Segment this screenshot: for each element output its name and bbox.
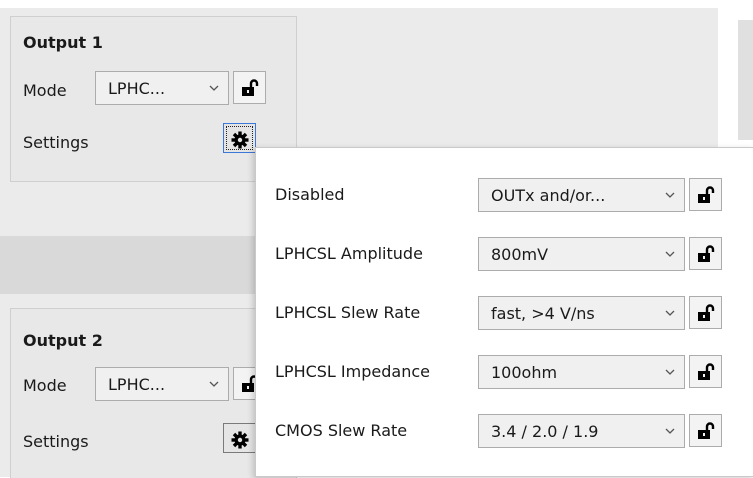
settings-row-label: Disabled — [275, 185, 345, 204]
output-2-mode-dropdown[interactable]: LPHC... — [95, 367, 229, 401]
settings-row-label: LPHCSL Amplitude — [275, 244, 423, 263]
settings-row-lphcsl-slew-rate: LPHCSL Slew Rate fast, >4 V/ns — [256, 288, 753, 338]
output-2-settings-label: Settings — [23, 432, 89, 451]
cmos-slew-rate-dropdown[interactable]: 3.4 / 2.0 / 1.9 — [478, 414, 685, 448]
chevron-down-icon — [665, 428, 675, 434]
unlocked-padlock-icon — [698, 186, 715, 203]
output-2-mode-label: Mode — [23, 376, 67, 395]
unlocked-padlock-icon — [698, 304, 715, 321]
disabled-dropdown[interactable]: OUTx and/or... — [478, 178, 685, 212]
unlocked-padlock-icon — [698, 245, 715, 262]
output-1-settings-button[interactable] — [223, 123, 256, 153]
settings-row-lphcsl-impedance: LPHCSL Impedance 100ohm — [256, 347, 753, 397]
lphcsl-slew-rate-dropdown[interactable]: fast, >4 V/ns — [478, 296, 685, 330]
gear-icon — [231, 131, 249, 149]
lphcsl-slew-rate-lock-button[interactable] — [689, 296, 722, 329]
chevron-down-icon — [665, 369, 675, 375]
settings-row-label: LPHCSL Slew Rate — [275, 303, 421, 322]
output-1-mode-lock-button[interactable] — [233, 71, 266, 104]
output-1-mode-dropdown[interactable]: LPHC... — [95, 71, 229, 105]
settings-row-disabled: Disabled OUTx and/or... — [256, 170, 753, 220]
chevron-down-icon — [209, 381, 219, 387]
output-2-mode-value: LPHC... — [108, 375, 166, 394]
chevron-down-icon — [665, 310, 675, 316]
output-2-settings-button[interactable] — [223, 423, 256, 453]
lphcsl-impedance-dropdown[interactable]: 100ohm — [478, 355, 685, 389]
output-2-title: Output 2 — [23, 331, 103, 350]
dropdown-value: 100ohm — [491, 363, 558, 382]
unlocked-padlock-icon — [698, 422, 715, 439]
output-1-group: Output 1 Mode LPHC... Settings — [10, 16, 297, 182]
gear-icon — [231, 431, 249, 449]
output-1-title: Output 1 — [23, 33, 103, 52]
chevron-down-icon — [665, 251, 675, 257]
disabled-lock-button[interactable] — [689, 178, 722, 211]
lphcsl-amplitude-dropdown[interactable]: 800mV — [478, 237, 685, 271]
chevron-down-icon — [665, 192, 675, 198]
dropdown-value: fast, >4 V/ns — [491, 304, 595, 323]
lphcsl-amplitude-lock-button[interactable] — [689, 237, 722, 270]
settings-row-cmos-slew-rate: CMOS Slew Rate 3.4 / 2.0 / 1.9 — [256, 406, 753, 456]
dropdown-value: 3.4 / 2.0 / 1.9 — [491, 422, 599, 441]
unlocked-padlock-icon — [242, 79, 259, 96]
settings-row-lphcsl-amplitude: LPHCSL Amplitude 800mV — [256, 229, 753, 279]
output-1-settings-label: Settings — [23, 133, 89, 152]
output-2-group: Output 2 Mode LPHC... Settings — [10, 308, 297, 478]
chevron-down-icon — [209, 85, 219, 91]
cmos-slew-rate-lock-button[interactable] — [689, 414, 722, 447]
output-1-mode-value: LPHC... — [108, 79, 166, 98]
scrollbar-track[interactable] — [738, 20, 753, 140]
lphcsl-impedance-lock-button[interactable] — [689, 355, 722, 388]
unlocked-padlock-icon — [698, 363, 715, 380]
settings-row-label: CMOS Slew Rate — [275, 421, 408, 440]
settings-popup: Disabled OUTx and/or... LPHCSL Amplitude… — [255, 147, 753, 477]
dropdown-value: 800mV — [491, 245, 549, 264]
output-1-mode-label: Mode — [23, 81, 67, 100]
settings-row-label: LPHCSL Impedance — [275, 362, 430, 381]
dropdown-value: OUTx and/or... — [491, 186, 606, 205]
